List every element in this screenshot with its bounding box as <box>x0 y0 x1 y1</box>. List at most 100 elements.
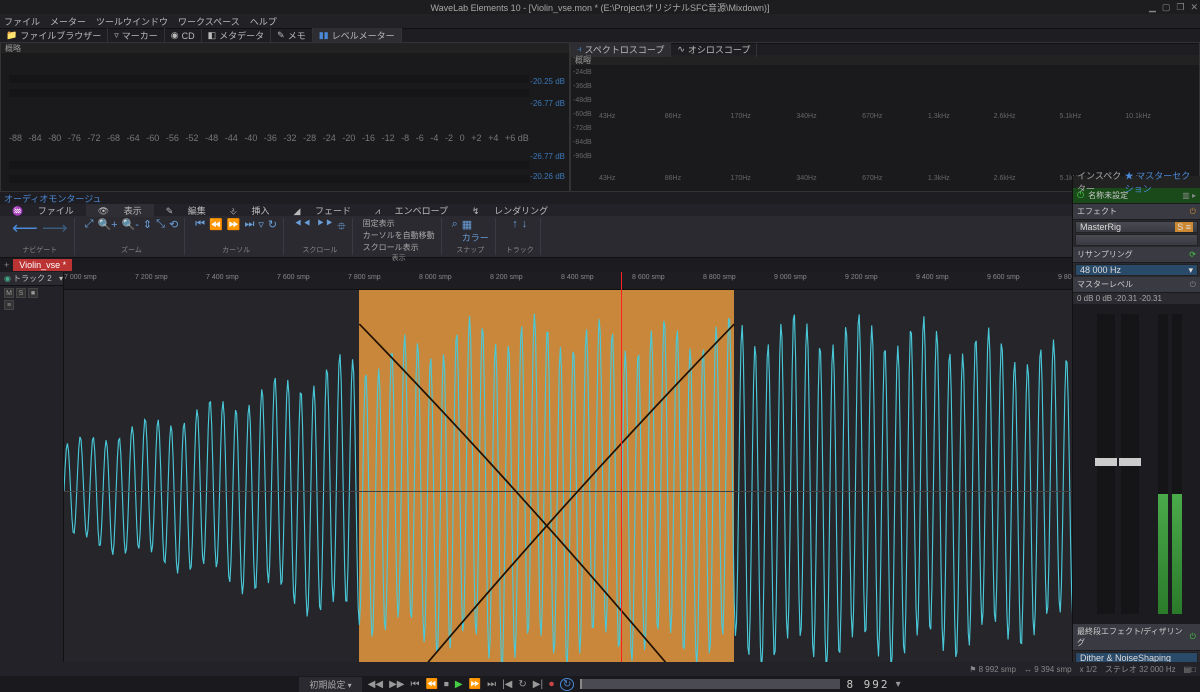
menu-file[interactable]: ファイル <box>4 15 40 28</box>
stop-icon[interactable]: ⏹ <box>444 679 449 690</box>
track-up-icon[interactable]: ↑ <box>512 218 518 230</box>
fader-l[interactable] <box>1097 314 1115 614</box>
snap-magnet-icon[interactable]: ⌕ <box>452 218 458 244</box>
track-fx-icon[interactable]: ≡ <box>4 300 14 310</box>
display-opt-scroll[interactable]: スクロール表示 <box>363 242 435 253</box>
effects-header[interactable]: エフェクト ⏻ <box>1073 204 1200 220</box>
menu-toolwindow[interactable]: ツールウインドウ <box>96 15 168 28</box>
ribbon-tab-insert[interactable]: ⎀ 挿入 <box>218 204 282 217</box>
display-opt-autocursor[interactable]: カーソルを自動移動 <box>363 230 435 241</box>
goto-end-icon[interactable]: ⏭ <box>487 679 496 690</box>
prev-marker-icon[interactable]: |◀ <box>502 679 512 690</box>
tab-metadata[interactable]: ◧メタデータ <box>202 28 272 43</box>
zoom-full-icon[interactable]: ⤡ <box>156 218 165 231</box>
nav-back-icon[interactable]: ⟵ <box>12 218 38 239</box>
level-bar-r-rms <box>9 175 529 183</box>
timeline-ruler[interactable]: 7 000 smp7 200 smp7 400 smp7 600 smp7 80… <box>64 272 1200 290</box>
tab-filebrowser[interactable]: 📁ファイルブラウザー <box>0 28 108 43</box>
file-tab-active[interactable]: Violin_vse * <box>13 259 72 271</box>
fader-handle-l[interactable] <box>1095 458 1117 466</box>
tab-cd[interactable]: ◉CD <box>165 29 202 42</box>
counter-menu-icon[interactable]: ▾ <box>896 679 901 690</box>
status-zoom[interactable]: x 1/2 <box>1080 665 1097 674</box>
masterlevel-header[interactable]: マスターレベル ⏻ <box>1073 277 1200 293</box>
loop-mode-icon[interactable]: ↻ <box>560 678 574 691</box>
goto-start-icon[interactable]: ⏮ <box>410 679 419 690</box>
cursor-start-icon[interactable]: ⏮ <box>195 218 205 231</box>
cursor-marker-icon[interactable]: ▿ <box>258 218 264 231</box>
snap-color-icon[interactable]: ▦カラー <box>462 218 489 244</box>
play-icon[interactable]: ▶ <box>455 679 463 690</box>
zoom-v-icon[interactable]: ⇕ <box>143 218 152 231</box>
cursor-prev-icon[interactable]: ⏪ <box>209 218 223 231</box>
resample-dropdown-icon[interactable]: ▾ <box>1188 265 1193 276</box>
transport-preset[interactable]: 初期設定 ▾ <box>299 677 361 692</box>
maximize-icon[interactable]: ▢ <box>1162 2 1171 13</box>
final-effects-header[interactable]: 最終段エフェクト/ディザリング ⏻ <box>1073 624 1200 651</box>
scroll-right-icon[interactable]: ⯈⯈ <box>316 218 334 237</box>
level-bar-r-peak <box>9 89 529 97</box>
mute-button[interactable]: M <box>4 288 14 298</box>
final-power-icon[interactable]: ⏻ <box>1190 632 1196 642</box>
ribbon-tab-edit[interactable]: ✎ 編集 <box>154 204 218 217</box>
transport-slider[interactable] <box>580 679 840 689</box>
resample-header[interactable]: リサンプリング ⟳ <box>1073 247 1200 263</box>
cursor-end-icon[interactable]: ⏭ <box>244 218 254 231</box>
track-down-icon[interactable]: ↓ <box>522 218 528 230</box>
record-icon[interactable]: ⏺ <box>549 679 554 690</box>
tab-marker[interactable]: ▿マーカー <box>108 28 165 43</box>
cursor-loop-icon[interactable]: ↻ <box>268 218 277 231</box>
ribbon-tab-view[interactable]: 👁 表示 <box>86 204 154 217</box>
fader-handle-r[interactable] <box>1119 458 1141 466</box>
tab-levelmeter[interactable]: ▮▮レベルメーター <box>313 28 402 43</box>
ribbon-tab-render[interactable]: ↯ レンダリング <box>460 204 560 217</box>
nav-fwd-icon[interactable]: ⟶ <box>42 218 68 239</box>
level-ruler: -88-84-80-76-72-68-64-60-56-52-48-44-40-… <box>9 133 529 143</box>
jog-fwd-icon[interactable]: ▶▶ <box>389 679 404 690</box>
time-counter[interactable]: 8 992 <box>846 678 889 691</box>
menu-workspace[interactable]: ワークスペース <box>178 15 240 28</box>
record-button[interactable]: ■ <box>28 288 38 298</box>
ribbon-group-scroll: ⯇⯇ ⯈⯈ ⯐ スクロール <box>288 218 352 255</box>
minimize-icon[interactable]: ▁ <box>1149 2 1156 13</box>
effect-slot-1[interactable]: MasterRig S ≡ <box>1075 221 1198 233</box>
menu-meter[interactable]: メーター <box>50 15 86 28</box>
cursor-next-icon[interactable]: ⏩ <box>227 218 241 231</box>
track-header[interactable]: ◉ トラック 2 ▾ <box>0 272 63 286</box>
display-opt-fixed[interactable]: 固定表示 <box>363 218 435 229</box>
tab-memo[interactable]: ✎メモ <box>271 28 313 43</box>
menu-help[interactable]: ヘルプ <box>250 15 277 28</box>
add-tab-icon[interactable]: + <box>0 260 13 270</box>
zoom-in-icon[interactable]: 🔍+ <box>97 218 117 231</box>
jog-back-icon[interactable]: ◀◀ <box>368 679 383 690</box>
resample-value[interactable]: 48 000 Hz ▾ <box>1075 264 1198 276</box>
playhead[interactable] <box>621 272 622 692</box>
scroll-left-icon[interactable]: ⯇⯇ <box>294 218 312 237</box>
scroll-center-icon[interactable]: ⯐ <box>337 218 345 237</box>
track-menu-icon[interactable]: ▾ <box>59 274 63 283</box>
status-opts-icon[interactable]: ▤□ <box>1184 665 1196 674</box>
close-icon[interactable]: ✕ <box>1190 2 1198 13</box>
zoom-reset-icon[interactable]: ⟲ <box>169 218 178 231</box>
next-marker-icon[interactable]: ▶| <box>533 679 543 690</box>
rewind-icon[interactable]: ⏪ <box>425 679 437 690</box>
restore-icon[interactable]: ❐ <box>1176 2 1184 13</box>
masterlevel-power-icon[interactable]: ⏻ <box>1190 280 1196 290</box>
ffwd-icon[interactable]: ⏩ <box>469 679 481 690</box>
effect-edit-icon[interactable]: S ≡ <box>1175 222 1193 232</box>
effect-slot-empty[interactable] <box>1075 234 1198 246</box>
effects-power-icon[interactable]: ⏻ <box>1190 207 1196 217</box>
ribbon-tab-file[interactable]: ♒ ファイル <box>0 204 86 217</box>
resample-power-icon[interactable]: ⟳ <box>1189 250 1196 259</box>
track-collapse-icon[interactable]: ◉ <box>4 274 11 283</box>
waveform-area[interactable]: 7 000 smp7 200 smp7 400 smp7 600 smp7 80… <box>64 272 1200 692</box>
ribbon-tab-fade[interactable]: ◢ フェード <box>282 204 363 217</box>
preset-menu-icon[interactable]: ▥ ▸ <box>1182 191 1196 200</box>
zoom-sel-icon[interactable]: ⤢ <box>85 218 94 231</box>
fader-r[interactable] <box>1121 314 1139 614</box>
power-icon[interactable]: ⏻ <box>1077 190 1084 201</box>
loop-icon[interactable]: ↻ <box>518 679 526 690</box>
solo-button[interactable]: S <box>16 288 26 298</box>
ribbon-tab-envelope[interactable]: ⩘ エンベロープ <box>363 204 460 217</box>
zoom-out-icon[interactable]: 🔍- <box>122 218 139 231</box>
